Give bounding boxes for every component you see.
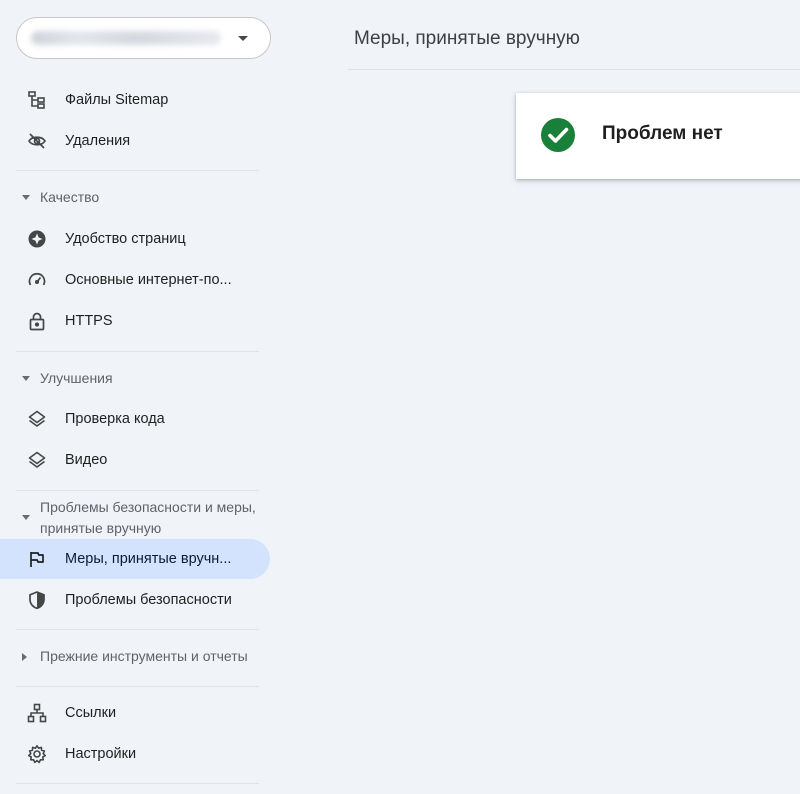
status-card: Проблем нет: [516, 93, 800, 179]
section-title: Проблемы безопасности и меры, принятые в…: [40, 499, 256, 536]
caret-right-icon: [22, 653, 27, 661]
status-text: Проблем нет: [602, 123, 723, 144]
flag-icon: [27, 549, 47, 569]
sidebar-item-code-check[interactable]: Проверка кода: [0, 399, 270, 439]
section-header-security-manual-actions[interactable]: Проблемы безопасности и меры, принятые в…: [0, 496, 270, 538]
sidebar-item-label: Удобство страниц: [65, 231, 186, 247]
chevron-down-icon: [238, 36, 248, 41]
divider: [16, 783, 259, 784]
sidebar-item-label: Проверка кода: [65, 411, 165, 427]
check-circle-icon: [540, 117, 576, 153]
gear-icon: [27, 744, 47, 764]
section-title: Улучшения: [40, 370, 113, 386]
eye-off-icon: [27, 131, 47, 151]
caret-down-icon: [22, 515, 30, 520]
sidebar-item-https[interactable]: HTTPS: [0, 301, 270, 341]
sidebar-item-label: Проблемы безопасности: [65, 592, 232, 608]
sidebar-item-page-experience[interactable]: Удобство страниц: [0, 219, 270, 259]
sidebar-item-label: Удаления: [65, 133, 131, 149]
section-header-legacy-tools[interactable]: Прежние инструменты и отчеты: [0, 645, 270, 669]
sidebar-item-removals[interactable]: Удаления: [0, 121, 270, 161]
divider: [348, 69, 800, 70]
sidebar-item-label: Меры, принятые вручн...: [65, 551, 232, 567]
sitemap-icon: [27, 90, 47, 110]
sidebar-item-manual-actions[interactable]: Меры, принятые вручн...: [0, 539, 270, 579]
links-icon: [27, 703, 47, 723]
property-name-redacted: [31, 31, 221, 45]
section-title: Качество: [40, 189, 100, 205]
page-experience-icon: [27, 229, 47, 249]
sidebar-item-label: Настройки: [65, 746, 137, 762]
divider: [16, 686, 259, 687]
sidebar-item-settings[interactable]: Настройки: [0, 734, 270, 774]
sidebar-item-label: HTTPS: [65, 313, 113, 329]
sidebar-item-security-issues[interactable]: Проблемы безопасности: [0, 580, 270, 620]
sidebar-item-label: Ссылки: [65, 705, 117, 721]
shield-icon: [27, 590, 47, 610]
sidebar-item-label: Основные интернет-по...: [65, 272, 232, 288]
sidebar-item-sitemaps[interactable]: Файлы Sitemap: [0, 80, 270, 120]
layers-icon: [27, 450, 47, 470]
sidebar-item-links[interactable]: Ссылки: [0, 693, 270, 733]
divider: [16, 170, 259, 171]
sidebar-item-label: Видео: [65, 452, 108, 468]
section-header-quality[interactable]: Качество: [0, 186, 270, 210]
divider: [16, 629, 259, 630]
lock-icon: [27, 311, 47, 331]
caret-down-icon: [22, 195, 30, 200]
sidebar-item-label: Файлы Sitemap: [65, 92, 169, 108]
sidebar: Файлы Sitemap Удаления Качество Удобство…: [0, 0, 275, 794]
divider: [16, 351, 259, 352]
property-selector[interactable]: [16, 17, 271, 59]
section-title: Прежние инструменты и отчеты: [40, 648, 248, 664]
layers-icon: [27, 409, 47, 429]
caret-down-icon: [22, 376, 30, 381]
divider: [16, 490, 259, 491]
sidebar-item-video[interactable]: Видео: [0, 440, 270, 480]
section-header-enhancements[interactable]: Улучшения: [0, 367, 270, 391]
gauge-icon: [27, 270, 47, 290]
sidebar-item-core-web-vitals[interactable]: Основные интернет-по...: [0, 260, 270, 300]
page-title: Меры, принятые вручную: [354, 28, 580, 49]
